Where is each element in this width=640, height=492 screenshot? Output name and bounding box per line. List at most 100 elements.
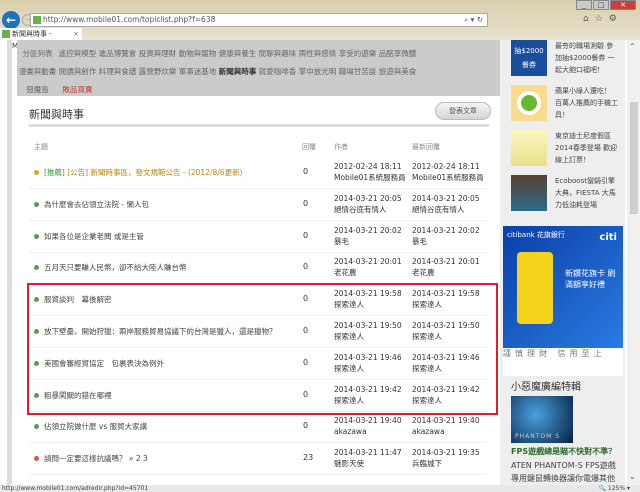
divider (29, 124, 489, 127)
author-link[interactable]: 探索達人 (334, 300, 364, 309)
author-link[interactable]: 探索達人 (334, 396, 364, 405)
scrollbar-thumb[interactable] (630, 102, 638, 214)
latest-author-link[interactable]: 兵臨城下 (412, 459, 442, 468)
citibank-banner[interactable]: citibank 花旗銀行 citi 新鑽花旗卡 刷滿額享好禮 (503, 226, 623, 348)
author-link[interactable]: 老花農 (334, 268, 357, 277)
latest-time: 2014-03-21 20:01 (412, 257, 480, 267)
nav-item[interactable]: 閒聊與趣味 (258, 48, 297, 59)
close-button[interactable]: ✕ (610, 0, 636, 10)
author-link[interactable]: 暴毛 (334, 237, 349, 246)
topic-link[interactable]: 粗暴闖關的錯在哪裡 (44, 391, 112, 400)
nav-item[interactable]: 享受的遊樂 (338, 48, 377, 59)
topic-link[interactable]: 佔領立院做什麼 vs 服貿大家講 (44, 422, 147, 431)
author-time: 2012-02-24 18:11 (334, 162, 402, 171)
nav-item[interactable]: 就愛咖啡香 (258, 66, 297, 77)
status-dot-icon (34, 170, 39, 175)
address-bar[interactable]: http://www.mobile01.com/topiclist.php?f=… (30, 13, 488, 27)
nav-item[interactable]: 露營野炊樂 (138, 66, 177, 77)
nav-item[interactable]: 漫畫與動畫 (18, 66, 57, 77)
home-icon[interactable]: ⌂ (583, 14, 589, 24)
latest-author-link[interactable]: 探索達人 (412, 364, 442, 373)
latest-author-link[interactable]: 探索達人 (412, 396, 442, 405)
topic-link[interactable]: 請問一定要這樣抗議嗎？ » 2 3 (44, 454, 148, 463)
topic-link[interactable]: 放下壁壘，開始狩獵：兩岸服務貿易協議下的台灣是獵人，還是獵物？ (44, 327, 277, 336)
reply-count: 23 (303, 453, 314, 463)
author-link[interactable]: 魅影天使 (334, 459, 364, 468)
nav-item[interactable]: 職場甘苦談 (338, 66, 377, 77)
nav-item[interactable]: 分區列表 (18, 48, 57, 59)
author-cell: 2014-03-21 11:47 魅影天使 (334, 447, 402, 469)
nav-item[interactable]: 投資與理財 (138, 48, 177, 59)
nav-item[interactable]: 閱讀與創作 (58, 66, 97, 77)
back-button[interactable]: ← (2, 11, 20, 29)
latest-cell: 2014-03-21 20:01 老花農 (412, 256, 480, 278)
author-link[interactable]: 探索達人 (334, 332, 364, 341)
post-article-button[interactable]: 發表文章 (435, 102, 491, 120)
maximize-button[interactable]: □ (593, 0, 609, 10)
nav-item[interactable]: 健康與養生 (218, 48, 257, 59)
nav-item[interactable]: 遙控與模型 (58, 48, 97, 59)
status-dot-icon (34, 201, 39, 207)
sidebar-ad[interactable]: 蘋果小綠人還吃！ 百萬人推薦的手機工具！ (505, 85, 623, 127)
sidebar-ad[interactable]: Ecoboost蠻騎引擎大典，FIESTA 大馬力低油耗登場 (505, 175, 623, 217)
topic-link[interactable]: 為什麼會去佔領立法院 - 懶人包 (44, 200, 149, 209)
latest-cell: 2014-03-21 20:05 絕情谷底有情人 (412, 193, 480, 215)
nav-item[interactable]: 動物與寵物 (178, 48, 217, 59)
topic-link[interactable]: 美國會審經貿協定 包裹表決為例外 (44, 359, 164, 368)
reply-count: 0 (303, 198, 309, 208)
reply-count: 0 (303, 357, 309, 367)
latest-cell: 2014-03-21 19:46 探索達人 (412, 352, 480, 374)
nav-item[interactable]: 軍事迷基地 (178, 66, 217, 77)
table-row: [推薦] [公告] 新聞時事區，發文規範公告 - (2012/8/6更新) 0 … (29, 157, 487, 189)
latest-author-link[interactable]: 老花農 (412, 268, 435, 277)
topic-cell: 如果各位是企業老闆 或是主管 (44, 231, 144, 242)
author-link[interactable]: 探索達人 (334, 364, 364, 373)
author-time: 2014-03-21 19:40 (334, 416, 402, 426)
browser-tab[interactable]: 新聞與時事 - Mobile01 × (0, 28, 82, 50)
tab-close-icon[interactable]: × (73, 28, 79, 40)
zoom-level[interactable]: 🔍 125% ▾ (599, 485, 630, 492)
topic-link[interactable]: 如果各位是企業老闆 或是主管 (44, 232, 144, 241)
special-link[interactable]: FPS遊戲總是瞄不快對不準？ (511, 446, 616, 457)
latest-time: 2014-03-21 19:58 (412, 289, 480, 299)
sidebar-ad[interactable]: 東京迪士尼度假區 2014春季登場 歡迎線上訂票！ (505, 130, 623, 172)
site-favicon (33, 16, 41, 24)
search-refresh-icon[interactable]: ⌕ ▾ ↻ (464, 14, 483, 26)
author-link[interactable]: Mobile01系統服務員 (334, 173, 406, 182)
nav-item[interactable]: 新聞與時事 (218, 66, 257, 77)
nav-item[interactable]: 掌中放光明 (298, 66, 337, 77)
latest-author-link[interactable]: akazawa (412, 427, 445, 436)
latest-author-link[interactable]: 探索達人 (412, 300, 442, 309)
latest-author-link[interactable]: 探索達人 (412, 332, 442, 341)
topic-link[interactable]: [公告] 新聞時事區，發文規範公告 - (2012/8/6更新) (67, 168, 242, 177)
latest-cell: 2014-03-21 19:42 探索達人 (412, 384, 480, 406)
nav-item[interactable]: 料理與食譜 (98, 66, 137, 77)
phantom-image[interactable]: PHANTOM S (511, 396, 573, 443)
scroll-down-icon[interactable]: ⌄ (629, 472, 636, 481)
star-icon[interactable]: ☆ (595, 14, 603, 24)
latest-author-link[interactable]: 絕情谷底有情人 (412, 205, 465, 214)
nav-item[interactable]: 旅遊與美食 (378, 66, 417, 77)
scroll-up-icon[interactable]: ⌃ (629, 42, 636, 51)
latest-author-link[interactable]: 暴毛 (412, 237, 427, 246)
author-link[interactable]: akazawa (334, 427, 367, 436)
topic-cell: 粗暴闖關的錯在哪裡 (44, 390, 112, 401)
topic-link[interactable]: 服貿談判 幕後解密 (44, 295, 112, 304)
nav-item[interactable]: 惡魔島 (18, 84, 57, 95)
author-cell: 2014-03-21 20:01 老花農 (334, 256, 402, 278)
table-row: 美國會審經貿協定 包裹表決為例外 0 2014-03-21 19:46 探索達人 … (29, 348, 487, 380)
nav-item[interactable]: 進品博覽會 (98, 48, 137, 59)
zoom-icon: 🔍 (598, 485, 606, 492)
nav-item[interactable]: 兩性與感情 (298, 48, 337, 59)
banner-slogan: 謹慎理財 信用至上 (503, 348, 623, 376)
nav-item[interactable]: 敗品買賣 (58, 84, 97, 95)
minimize-button[interactable]: _ (576, 0, 592, 10)
header-author: 作者 (334, 143, 348, 151)
topic-link[interactable]: 五月天只要賺人民幣，卻不給大陸人賺台幣 (44, 263, 187, 272)
sidebar-ad[interactable]: 抽$2000 餐券 最夯的職場測驗 參加抽$2000餐券 一起大飽口福吧！ (505, 40, 623, 82)
nav-item[interactable]: 品酩享微醺 (378, 48, 417, 59)
gear-icon[interactable]: ⚙ (609, 14, 617, 24)
reply-count: 0 (303, 262, 309, 272)
author-link[interactable]: 絕情谷底有情人 (334, 205, 387, 214)
latest-author-link[interactable]: Mobile01系統服務員 (412, 173, 484, 182)
